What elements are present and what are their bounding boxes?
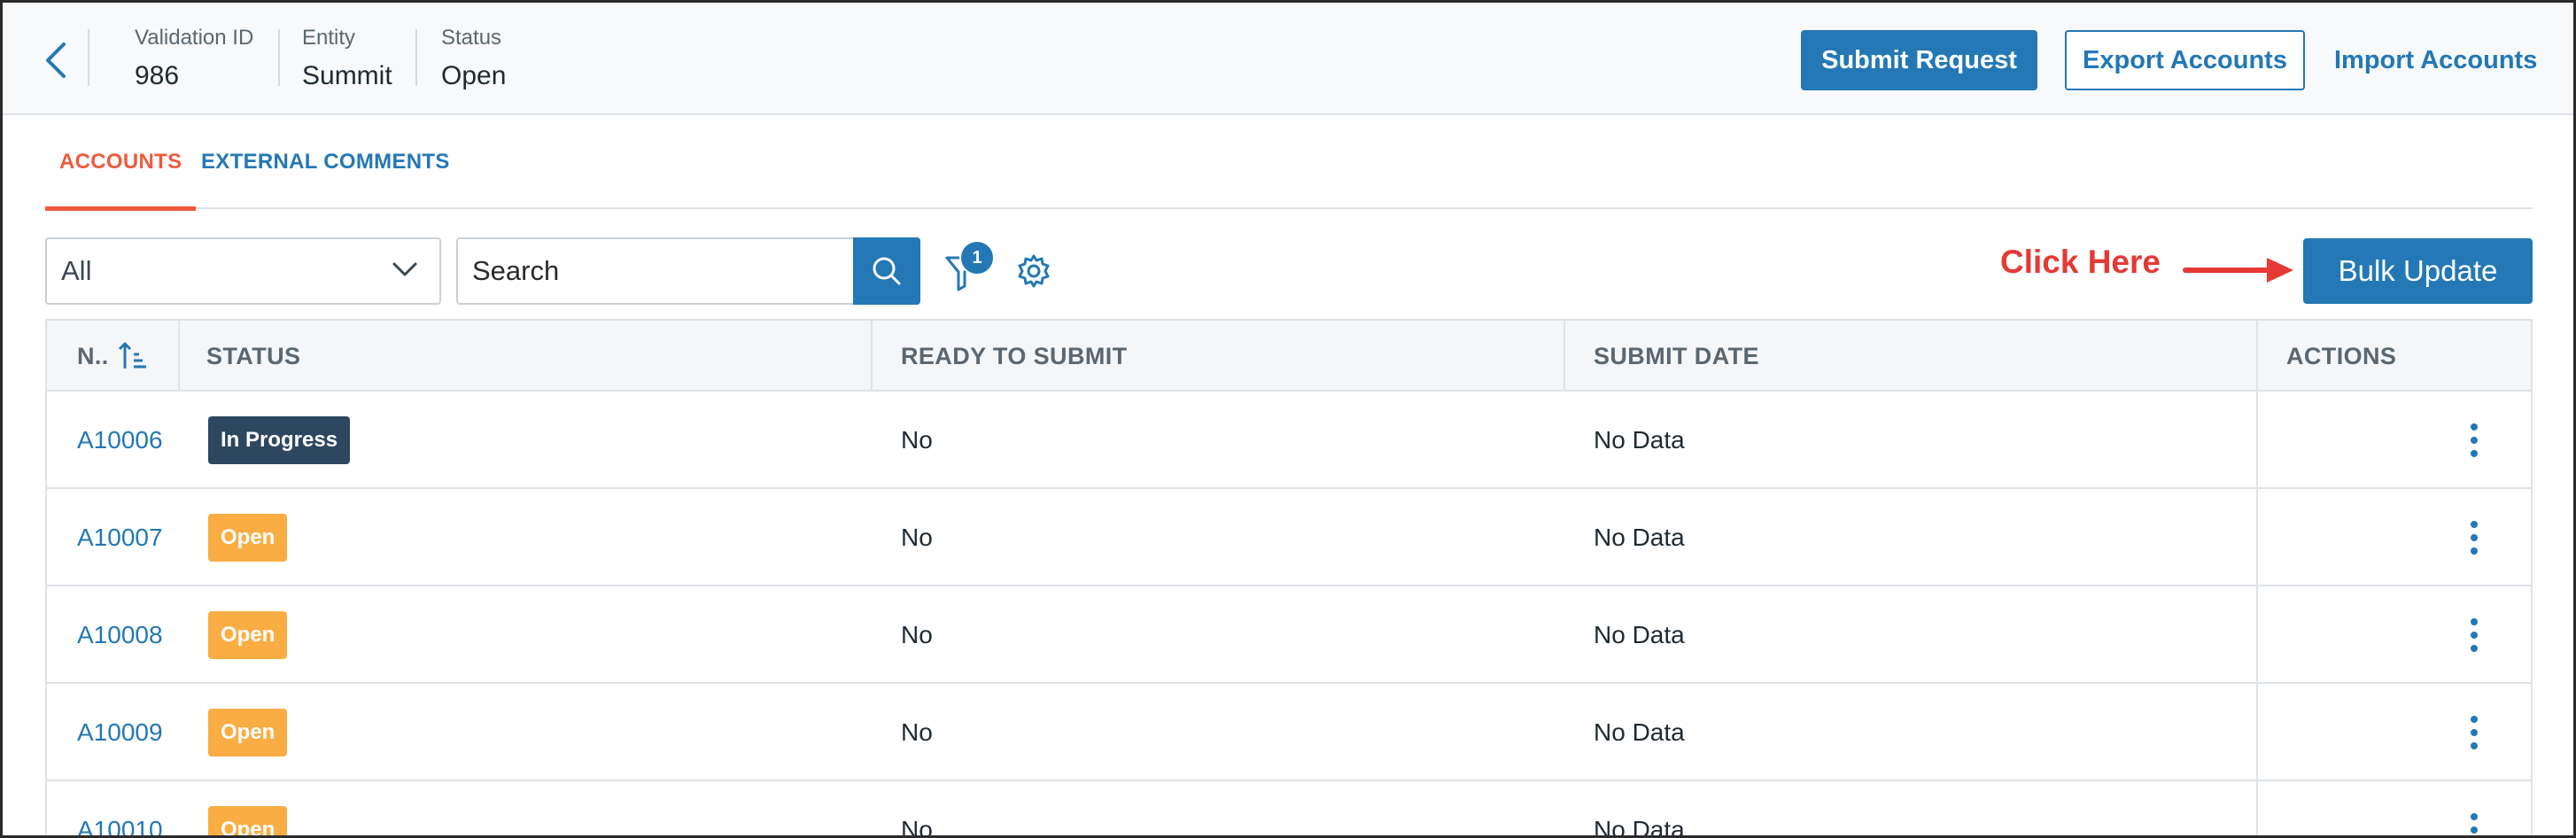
- header-divider: [88, 29, 89, 86]
- table-row[interactable]: A10007 Open No No Data: [47, 489, 2531, 586]
- status-filter-value: All: [61, 255, 92, 286]
- submit-date-value: No Data: [1594, 621, 1685, 648]
- column-header-number[interactable]: N..: [77, 321, 148, 392]
- table-row[interactable]: A10009 Open No No Data: [47, 684, 2531, 781]
- back-button[interactable]: [38, 36, 74, 84]
- submit-date-value: No Data: [1594, 816, 1685, 838]
- filter-count-badge: 1: [959, 240, 995, 275]
- column-header-ready-to-submit[interactable]: READY TO SUBMIT: [901, 321, 1128, 392]
- kebab-menu-icon: [2471, 813, 2478, 834]
- submit-date-value: No Data: [1594, 524, 1685, 551]
- gear-icon: [1018, 254, 1050, 288]
- status-field: Status Open: [441, 26, 506, 91]
- column-divider: [871, 321, 873, 392]
- tab-bar: ACCOUNTS EXTERNAL COMMENTS: [45, 115, 2533, 211]
- ready-to-submit-value: No: [901, 718, 933, 746]
- kebab-menu-icon: [2471, 716, 2478, 749]
- search-icon: [873, 257, 901, 285]
- status-badge: Open: [208, 709, 288, 757]
- table-header: N.. STATUS READY TO SUBMIT SUBMIT DATE A…: [47, 321, 2531, 392]
- kebab-menu-icon: [2471, 618, 2478, 652]
- status-badge: Open: [208, 514, 288, 562]
- sort-ascending-icon: [118, 342, 146, 369]
- chevron-left-icon: [46, 43, 66, 78]
- ready-to-submit-value: No: [901, 524, 933, 551]
- page-header: Validation ID 986 Entity Summit Status O…: [3, 3, 2573, 115]
- entity-value: Summit: [302, 61, 392, 90]
- kebab-menu-icon: [2471, 521, 2478, 555]
- row-actions-button[interactable]: [2456, 781, 2492, 835]
- column-header-number-label: N..: [77, 342, 109, 369]
- table-row[interactable]: A10010 Open No No Data: [47, 781, 2531, 838]
- table-row[interactable]: A10006 In Progress No No Data: [47, 392, 2531, 489]
- column-divider: [1563, 321, 1565, 392]
- settings-button[interactable]: [1015, 252, 1052, 290]
- submit-request-button[interactable]: Submit Request: [1801, 30, 2037, 90]
- account-number-link[interactable]: A10010: [77, 781, 163, 835]
- status-badge: In Progress: [208, 416, 351, 464]
- validation-id-value: 986: [135, 61, 180, 90]
- ready-to-submit-value: No: [901, 816, 933, 838]
- account-number-link[interactable]: A10009: [77, 684, 163, 781]
- submit-date-value: No Data: [1594, 718, 1685, 746]
- header-divider: [415, 29, 417, 86]
- status-label: Status: [441, 26, 502, 50]
- ready-to-submit-value: No: [901, 621, 933, 648]
- row-actions-button[interactable]: [2456, 684, 2492, 781]
- status-filter-select[interactable]: All: [45, 237, 441, 305]
- kebab-menu-icon: [2471, 423, 2478, 457]
- row-actions-button[interactable]: [2456, 392, 2492, 489]
- status-value: Open: [441, 61, 507, 90]
- search-button[interactable]: [853, 237, 920, 305]
- search-input[interactable]: [456, 237, 853, 305]
- submit-date-value: No Data: [1594, 426, 1685, 454]
- chevron-down-icon: [392, 262, 417, 276]
- export-accounts-button[interactable]: Export Accounts: [2065, 30, 2305, 90]
- annotation-arrow-icon: [2183, 258, 2293, 283]
- account-number-link[interactable]: A10008: [77, 586, 163, 684]
- annotation-text: Click Here: [2000, 244, 2161, 280]
- column-header-actions: ACTIONS: [2286, 342, 2397, 369]
- header-divider: [278, 29, 280, 86]
- account-number-link[interactable]: A10007: [77, 489, 163, 586]
- validation-id-label: Validation ID: [135, 26, 254, 50]
- table-row[interactable]: A10008 Open No No Data: [47, 586, 2531, 684]
- bulk-update-button[interactable]: Bulk Update: [2303, 238, 2533, 304]
- tab-external-comments[interactable]: EXTERNAL COMMENTS: [201, 115, 450, 209]
- app-window: Validation ID 986 Entity Summit Status O…: [0, 0, 2576, 838]
- import-accounts-button[interactable]: Import Accounts: [2334, 30, 2537, 90]
- column-divider: [178, 321, 180, 392]
- tab-accounts[interactable]: ACCOUNTS: [45, 115, 197, 211]
- column-header-status[interactable]: STATUS: [206, 321, 300, 392]
- accounts-table: N.. STATUS READY TO SUBMIT SUBMIT DATE A…: [45, 319, 2533, 838]
- validation-id-field: Validation ID 986: [135, 26, 253, 91]
- status-badge: Open: [208, 611, 288, 659]
- column-header-submit-date[interactable]: SUBMIT DATE: [1594, 321, 1759, 392]
- row-actions-button[interactable]: [2456, 586, 2492, 684]
- entity-label: Entity: [302, 26, 356, 50]
- ready-to-submit-value: No: [901, 426, 933, 454]
- status-badge: Open: [208, 806, 288, 835]
- entity-field: Entity Summit: [302, 26, 392, 91]
- account-number-link[interactable]: A10006: [77, 392, 163, 489]
- row-actions-button[interactable]: [2456, 489, 2492, 586]
